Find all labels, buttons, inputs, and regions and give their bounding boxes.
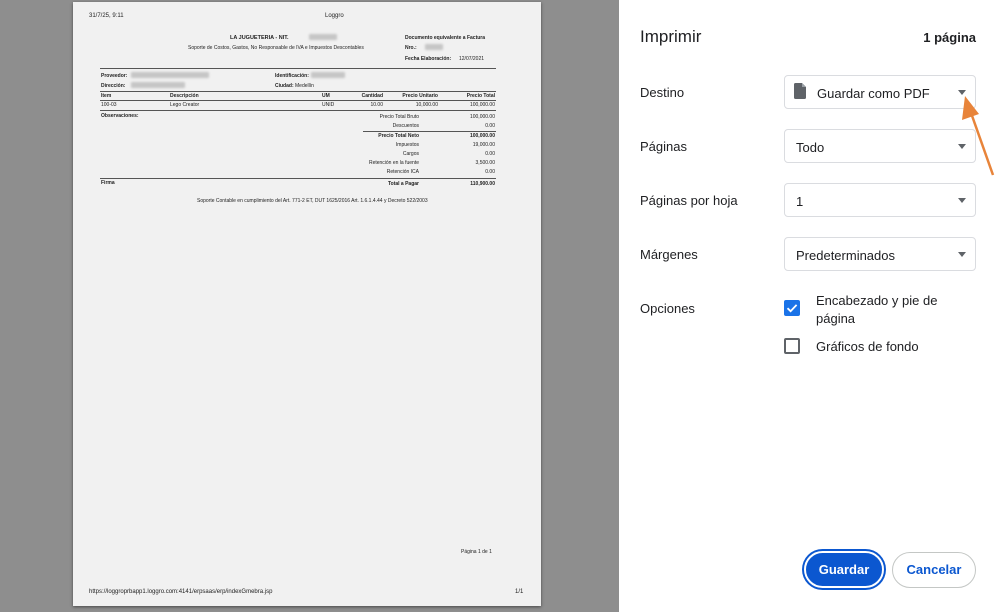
caret-down-icon (958, 144, 966, 149)
total-label: Total a Pagar (387, 181, 419, 187)
background-graphics-label[interactable]: Gráficos de fondo (816, 338, 966, 356)
caret-down-icon (958, 90, 966, 95)
destino-label: Destino (640, 85, 685, 100)
table-cell-descripcion: Lego Creator (170, 102, 200, 108)
total-value: 100,000.00 (469, 133, 495, 139)
print-header-datetime: 31/7/25, 9:11 (89, 13, 124, 19)
margenes-select[interactable]: Predeterminados (784, 237, 976, 271)
opciones-label: Opciones (640, 301, 695, 316)
table-cell-precio-total: 100,000.00 (469, 102, 495, 108)
table-header-item: Item (101, 93, 112, 99)
observaciones-label: Observaciones: (101, 113, 139, 119)
checkmark-icon (786, 304, 798, 313)
file-icon (794, 83, 806, 99)
table-header-precio-unitario: Precio Unitario (402, 93, 438, 99)
ciudad-value: Medellín (295, 83, 314, 89)
total-label: Descuentos (392, 123, 419, 129)
header-footer-checkbox[interactable] (784, 300, 800, 316)
destino-value: Guardar como PDF (817, 86, 930, 101)
total-value: 0.00 (485, 123, 495, 129)
redacted-proveedor (131, 72, 209, 78)
caret-down-icon (958, 252, 966, 257)
caret-down-icon (958, 198, 966, 203)
total-value: 0.00 (485, 151, 495, 157)
header-footer-label[interactable]: Encabezado y pie de página (816, 292, 966, 328)
fecha-value: 12/07/2021 (459, 56, 485, 62)
table-cell-precio-unitario: 10,000.00 (415, 102, 438, 108)
divider (100, 100, 496, 101)
company-title: LA JUGUETERIA - NIT. (230, 35, 289, 41)
table-header-descripcion: Descripción (170, 93, 199, 99)
destino-select[interactable]: Guardar como PDF (784, 75, 976, 109)
save-button[interactable]: Guardar (804, 551, 884, 588)
legal-note: Soporte Contable en cumplimiento del Art… (197, 198, 428, 204)
table-cell-item: 100-03 (101, 102, 117, 108)
dialog-title: Imprimir (640, 27, 702, 46)
total-label: Precio Total Bruto (379, 114, 419, 120)
total-value: 3,500.00 (475, 160, 495, 166)
total-value: 110,900.00 (470, 181, 495, 187)
paginas-value: Todo (796, 140, 825, 155)
doc-type: Documento equivalente a Factura (405, 35, 486, 41)
identificacion-label: Identificación: (275, 73, 309, 79)
firma-label: Firma (101, 180, 115, 186)
total-value: 100,000.00 (469, 114, 495, 120)
total-label: Impuestos (395, 142, 419, 148)
direccion-label: Dirección: (101, 83, 126, 89)
divider (363, 131, 496, 132)
redacted-direccion (131, 82, 185, 88)
print-footer-page: 1/1 (515, 589, 524, 595)
background-graphics-checkbox[interactable] (784, 338, 800, 354)
cancel-button[interactable]: Cancelar (892, 552, 976, 588)
total-value: 19,000.00 (472, 142, 495, 148)
divider (100, 178, 496, 179)
table-cell-cantidad: 10.00 (370, 102, 383, 108)
total-label: Retención en la fuente (368, 160, 419, 166)
print-preview-area: 31/7/25, 9:11 Loggro LA JUGUETERIA - NIT… (0, 0, 619, 612)
redacted-identificacion (311, 72, 345, 78)
redacted-doc-no (425, 44, 443, 50)
page-of: Página 1 de 1 (461, 549, 492, 555)
table-header-um: UM (322, 93, 330, 99)
table-header-precio-total: Precio Total (466, 93, 495, 99)
total-value: 0.00 (485, 169, 495, 175)
redacted-nit (309, 34, 337, 40)
print-footer-url: https://loggroprbapp1.loggro.com:4141/er… (89, 589, 273, 595)
table-cell-um: UNID (322, 102, 335, 108)
paginas-label: Páginas (640, 139, 687, 154)
margenes-label: Márgenes (640, 247, 698, 262)
proveedor-label: Proveedor: (101, 73, 128, 79)
print-settings-panel: Imprimir 1 página Destino Guardar como P… (619, 0, 1000, 612)
print-header-title: Loggro (325, 13, 344, 19)
total-label: Retención ICA (386, 169, 419, 175)
divider (100, 91, 496, 92)
paginas-por-hoja-label: Páginas por hoja (640, 193, 738, 208)
divider (100, 110, 496, 111)
doc-no-label: Nro.: (405, 45, 417, 51)
table-header-cantidad: Cantidad (361, 93, 383, 99)
company-subtitle: Soporte de Costos, Gastos, No Responsabl… (188, 45, 364, 51)
total-label: Cargos (402, 151, 419, 157)
paginas-por-hoja-value: 1 (796, 194, 804, 209)
ciudad-label: Ciudad: (275, 83, 294, 89)
fecha-label: Fecha Elaboración: (405, 56, 452, 62)
paginas-select[interactable]: Todo (784, 129, 976, 163)
page-count: 1 página (923, 30, 976, 45)
margenes-value: Predeterminados (796, 248, 895, 263)
preview-page: 31/7/25, 9:11 Loggro LA JUGUETERIA - NIT… (73, 2, 541, 606)
total-label: Precio Total Neto (378, 133, 419, 139)
paginas-por-hoja-select[interactable]: 1 (784, 183, 976, 217)
divider (100, 68, 496, 69)
